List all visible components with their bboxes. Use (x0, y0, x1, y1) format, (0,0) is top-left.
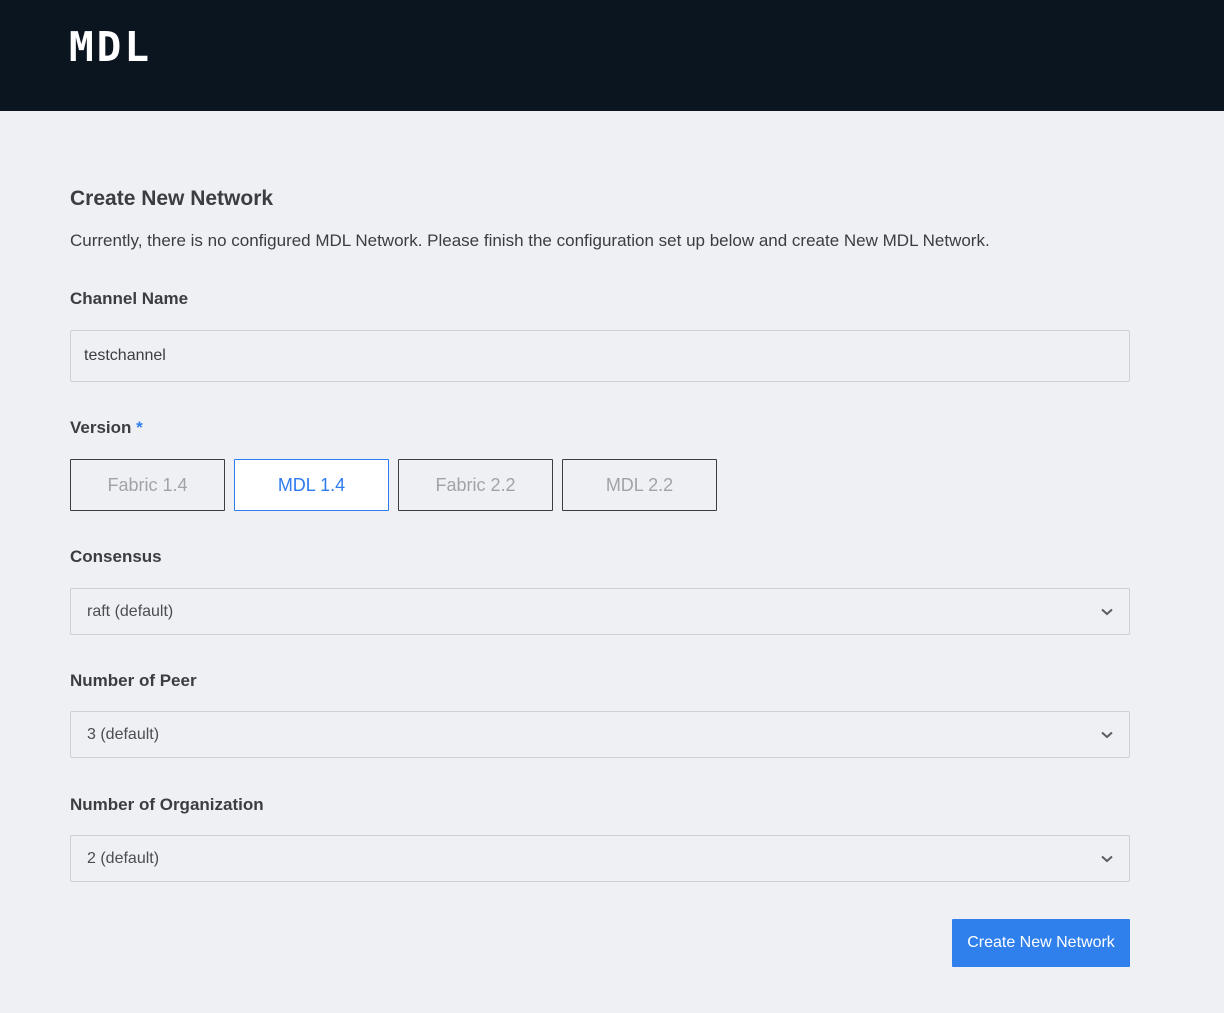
organization-count-select-value: 2 (default) (87, 849, 160, 867)
version-option-fabric-1-4[interactable]: Fabric 1.4 (70, 459, 225, 511)
peer-count-label: Number of Peer (70, 671, 197, 690)
create-network-button[interactable]: Create New Network (952, 919, 1130, 967)
channel-name-label: Channel Name (70, 289, 189, 308)
required-mark: * (136, 418, 143, 437)
version-label-text: Version (70, 418, 132, 437)
consensus-label: Consensus (70, 547, 162, 566)
chevron-down-icon (1101, 606, 1113, 618)
consensus-select[interactable]: raft (default) (70, 588, 1130, 635)
organization-count-select[interactable]: 2 (default) (70, 835, 1130, 882)
page-description: Currently, there is no configured MDL Ne… (70, 231, 990, 250)
app-header: MDL (0, 0, 1224, 111)
peer-count-select-value: 3 (default) (87, 725, 160, 743)
chevron-down-icon (1101, 729, 1113, 741)
consensus-select-value: raft (default) (87, 602, 174, 620)
chevron-down-icon (1101, 853, 1113, 865)
version-option-mdl-2-2[interactable]: MDL 2.2 (562, 459, 717, 511)
page-title: Create New Network (70, 187, 274, 210)
organization-count-label: Number of Organization (70, 795, 264, 814)
mdl-logo[interactable]: MDL (69, 27, 152, 68)
version-option-fabric-2-2[interactable]: Fabric 2.2 (398, 459, 553, 511)
peer-count-select[interactable]: 3 (default) (70, 711, 1130, 758)
version-option-mdl-1-4[interactable]: MDL 1.4 (234, 459, 389, 511)
channel-name-input[interactable] (70, 330, 1130, 382)
version-label: Version * (70, 418, 143, 438)
